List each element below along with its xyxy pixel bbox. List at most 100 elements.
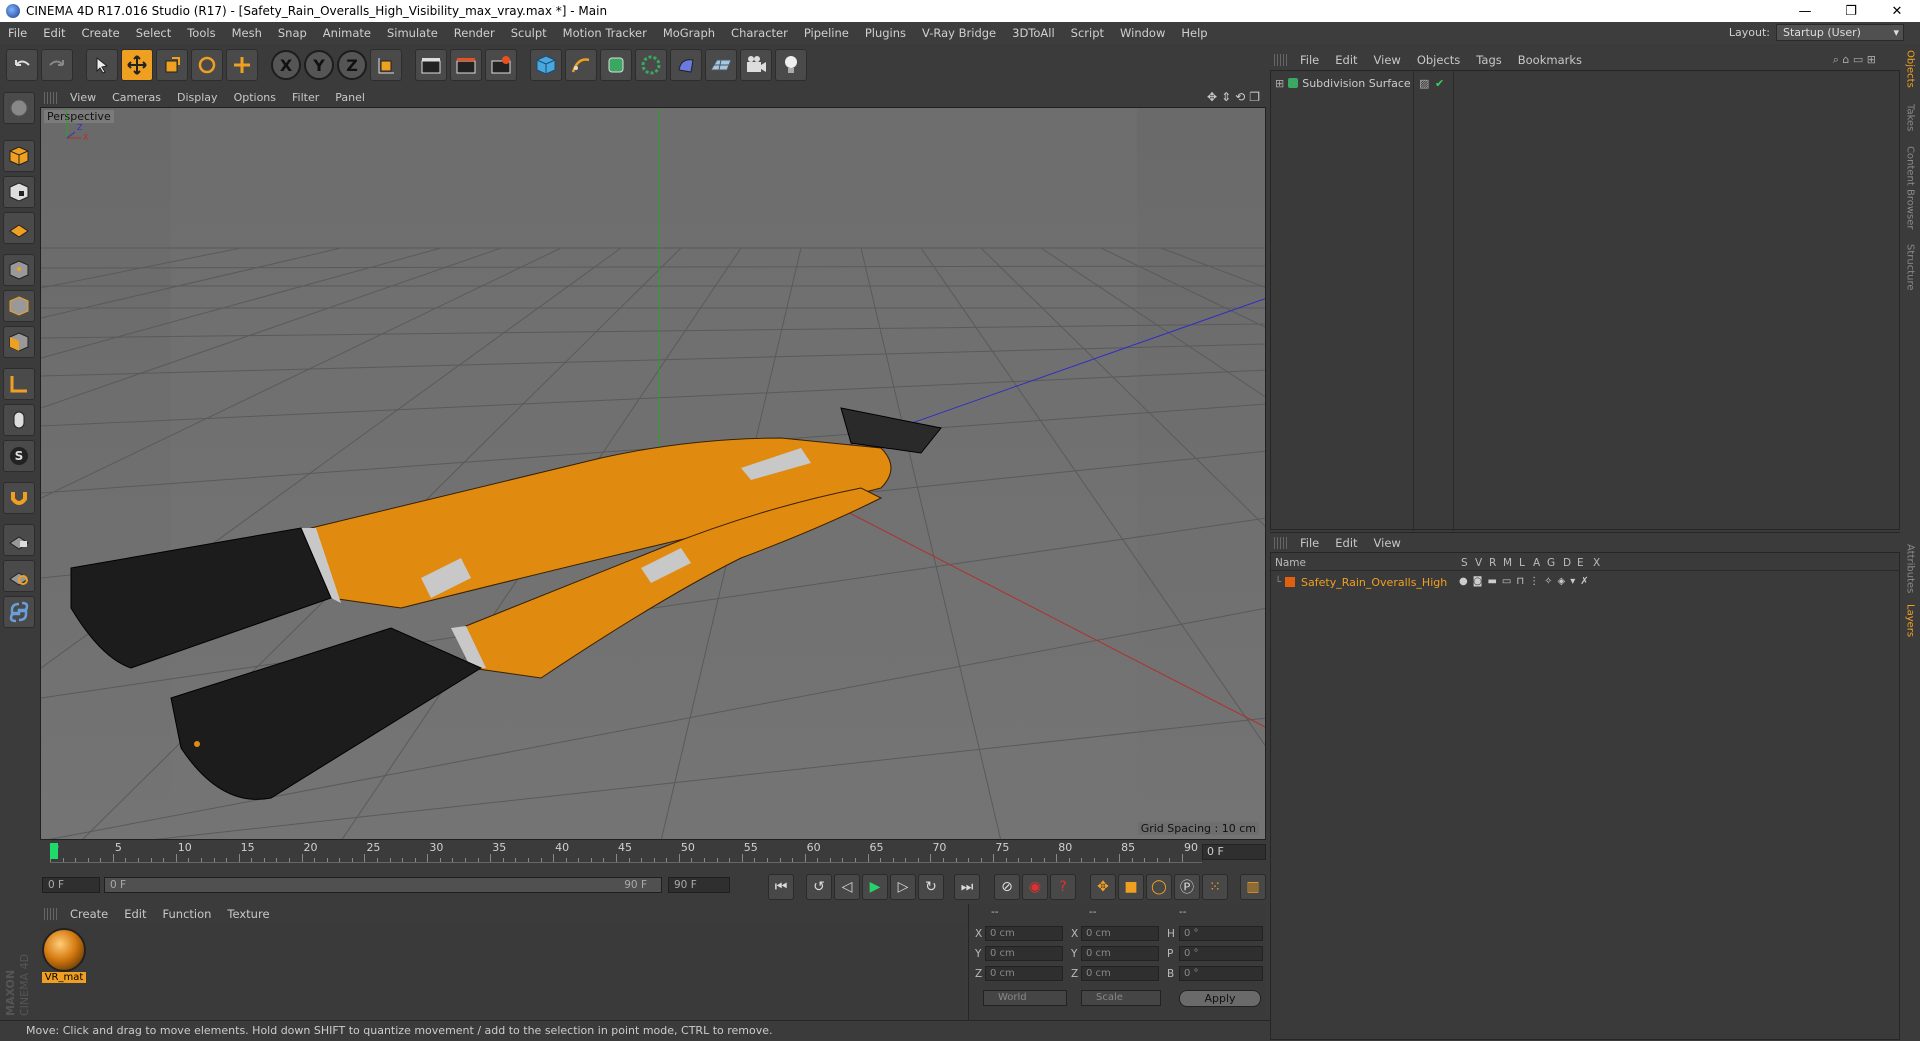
- expression-icon[interactable]: ▾: [1570, 576, 1575, 587]
- material-menu-edit[interactable]: Edit: [116, 907, 154, 921]
- move-tool-button[interactable]: [121, 49, 153, 81]
- z-axis-lock-button[interactable]: Z: [337, 50, 367, 80]
- tweak-mode-button[interactable]: [3, 404, 35, 436]
- viewport-menu-panel[interactable]: Panel: [327, 91, 373, 104]
- expand-icon[interactable]: ⊞: [1275, 77, 1284, 90]
- make-editable-button[interactable]: [3, 92, 35, 124]
- viewport-dolly-icon[interactable]: ⇕: [1221, 90, 1231, 104]
- key-position-button[interactable]: ✥: [1090, 874, 1116, 900]
- camera-button[interactable]: [740, 49, 772, 81]
- autokey-button[interactable]: ?: [1050, 874, 1076, 900]
- texture-mode-button[interactable]: [3, 176, 35, 208]
- light-button[interactable]: [775, 49, 807, 81]
- x-axis-lock-button[interactable]: X: [271, 50, 301, 80]
- timeline-layout-button[interactable]: ▥: [1240, 874, 1266, 900]
- objects-search-icon[interactable]: ⌕ ⌂ ▭ ⊞: [1833, 53, 1876, 67]
- objects-menu-edit[interactable]: Edit: [1327, 53, 1365, 67]
- spline-pen-button[interactable]: [565, 49, 597, 81]
- render-settings-button[interactable]: [485, 49, 517, 81]
- current-frame-field[interactable]: 0 F: [1202, 844, 1266, 860]
- menu-render[interactable]: Render: [446, 26, 503, 40]
- goto-end-button[interactable]: ⏭: [954, 874, 980, 900]
- animation-icon[interactable]: ⋮: [1529, 576, 1539, 587]
- objects-menu-view[interactable]: View: [1366, 53, 1409, 67]
- objects-menu-objects[interactable]: Objects: [1409, 53, 1468, 67]
- previous-key-button[interactable]: ↺: [806, 874, 832, 900]
- panel-grip[interactable]: [44, 908, 58, 920]
- deformer-button[interactable]: [670, 49, 702, 81]
- next-key-button[interactable]: ↻: [918, 874, 944, 900]
- menu-simulate[interactable]: Simulate: [379, 26, 446, 40]
- material-manager-area[interactable]: VR_mat: [40, 924, 966, 1020]
- visibility-toggle-icon[interactable]: ▨: [1419, 77, 1429, 90]
- end-frame-field[interactable]: 90 F: [668, 877, 730, 893]
- apply-button[interactable]: Apply: [1179, 990, 1261, 1007]
- size-y-field[interactable]: 0 cm: [1081, 946, 1159, 961]
- key-rotation-button[interactable]: ◯: [1146, 874, 1172, 900]
- viewport-menu-display[interactable]: Display: [169, 91, 226, 104]
- rot-p-field[interactable]: 0 °: [1179, 946, 1263, 961]
- panel-grip[interactable]: [1274, 536, 1288, 549]
- viewport-menu-options[interactable]: Options: [226, 91, 284, 104]
- cloner-button[interactable]: [635, 49, 667, 81]
- panel-grip[interactable]: [44, 91, 58, 104]
- menu-snap[interactable]: Snap: [270, 26, 315, 40]
- eye-icon[interactable]: ◙: [1473, 576, 1483, 587]
- frame-range-slider[interactable]: 0 F 90 F: [104, 877, 662, 893]
- live-move-button[interactable]: [226, 49, 258, 81]
- layout-select[interactable]: Startup (User): [1776, 24, 1904, 41]
- tab-structure[interactable]: Structure: [1902, 244, 1918, 291]
- menu-tools[interactable]: Tools: [179, 26, 223, 40]
- material-menu-create[interactable]: Create: [62, 907, 116, 921]
- objects-menu-tags[interactable]: Tags: [1468, 53, 1509, 67]
- menu-motion-tracker[interactable]: Motion Tracker: [555, 26, 655, 40]
- manager-icon[interactable]: ▭: [1502, 576, 1511, 587]
- points-mode-button[interactable]: [3, 254, 35, 286]
- layers-menu-view[interactable]: View: [1366, 536, 1409, 550]
- material-menu-function[interactable]: Function: [155, 907, 220, 921]
- render-icon[interactable]: ▬: [1487, 576, 1496, 587]
- lock-icon[interactable]: ⊓: [1516, 576, 1524, 587]
- undo-button[interactable]: [6, 49, 38, 81]
- pos-x-field[interactable]: 0 cm: [985, 926, 1063, 941]
- layers-menu-edit[interactable]: Edit: [1327, 536, 1365, 550]
- render-view-button[interactable]: [415, 49, 447, 81]
- tab-objects[interactable]: Objects: [1902, 50, 1918, 88]
- solo-dot-icon[interactable]: ●: [1459, 576, 1468, 587]
- menu-help[interactable]: Help: [1173, 26, 1215, 40]
- model-mode-button[interactable]: [3, 140, 35, 172]
- goto-start-button[interactable]: ⏮: [768, 874, 794, 900]
- keyframe-selection-button[interactable]: ⊘: [994, 874, 1020, 900]
- viewport-orbit-icon[interactable]: ⟲: [1235, 90, 1245, 104]
- minimize-button[interactable]: —: [1782, 0, 1828, 22]
- tab-layers[interactable]: Layers: [1902, 604, 1918, 637]
- menu-file[interactable]: File: [0, 26, 35, 40]
- menu-pipeline[interactable]: Pipeline: [796, 26, 857, 40]
- rot-h-field[interactable]: 0 °: [1179, 926, 1263, 941]
- material-swatch[interactable]: VR_mat: [42, 928, 86, 986]
- layer-row[interactable]: └ Safety_Rain_Overalls_High: [1275, 575, 1447, 589]
- deformer-flag-icon[interactable]: ◈: [1558, 576, 1566, 587]
- menu-window[interactable]: Window: [1112, 26, 1173, 40]
- tab-attributes[interactable]: Attributes: [1902, 544, 1918, 593]
- menu-mesh[interactable]: Mesh: [224, 26, 270, 40]
- viewport-menu-cameras[interactable]: Cameras: [104, 91, 169, 104]
- menu-edit[interactable]: Edit: [35, 26, 73, 40]
- timeline-ticks[interactable]: 051015202530354045505560657075808590: [50, 841, 1202, 863]
- size-x-field[interactable]: 0 cm: [1081, 926, 1159, 941]
- menu-3dtoall[interactable]: 3DToAll: [1004, 26, 1063, 40]
- objects-menu-bookmarks[interactable]: Bookmarks: [1510, 53, 1590, 67]
- key-parameter-button[interactable]: Ⓟ: [1174, 874, 1200, 900]
- close-button[interactable]: ✕: [1874, 0, 1920, 22]
- xref-icon[interactable]: ✗: [1580, 576, 1588, 587]
- magnet-button[interactable]: [3, 482, 35, 514]
- subdivision-surface-button[interactable]: [600, 49, 632, 81]
- key-pla-button[interactable]: ⁙: [1202, 874, 1228, 900]
- layer-name[interactable]: Safety_Rain_Overalls_High: [1301, 576, 1447, 589]
- rot-b-field[interactable]: 0 °: [1179, 966, 1263, 981]
- play-button[interactable]: ▶: [862, 874, 888, 900]
- record-button[interactable]: ◉: [1022, 874, 1048, 900]
- edges-mode-button[interactable]: [3, 290, 35, 322]
- workplane-rotate-button[interactable]: [3, 560, 35, 592]
- generator-icon[interactable]: ✧: [1544, 576, 1552, 587]
